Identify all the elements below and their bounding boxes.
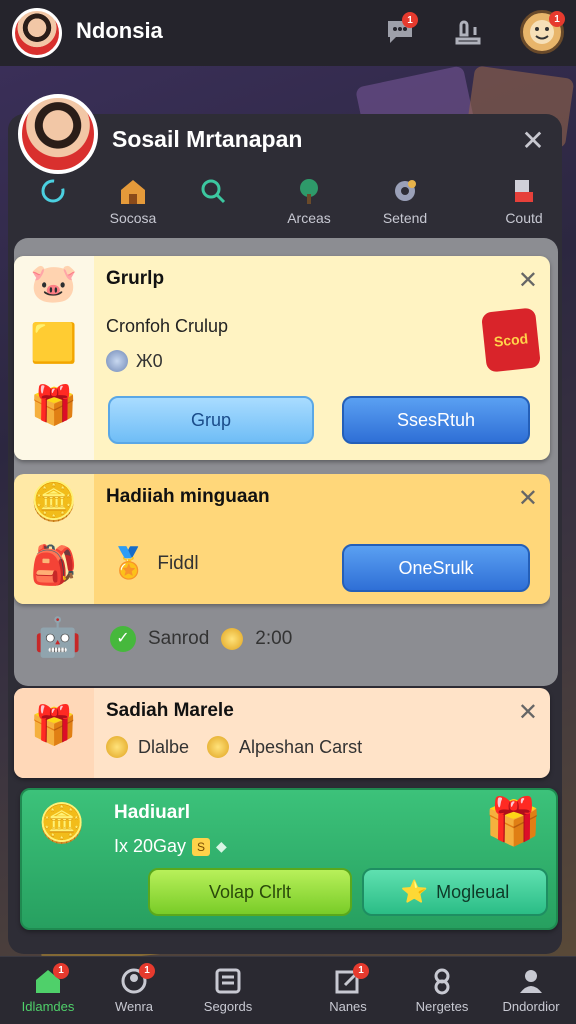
home-icon: 1 — [31, 963, 69, 997]
status-time: 2:00 — [255, 628, 293, 649]
daily-card: 🪙 Hadiuarl Ix 20Gay S ◆ 🎁 Volap Clrlt ⭐ … — [20, 788, 558, 930]
tab-coutd[interactable]: Coutd — [484, 170, 564, 236]
app-title: Ndonsia — [76, 18, 163, 43]
list-icon — [211, 967, 245, 997]
status-row: ✓ Sanrod 2:00 — [110, 626, 292, 652]
sofa-icon[interactable] — [448, 12, 488, 52]
chat-icon[interactable]: 1 — [380, 12, 420, 52]
edit-icon: 1 — [331, 963, 369, 997]
close-icon[interactable]: ✕ — [518, 698, 538, 727]
profile-badge: 1 — [549, 11, 565, 27]
badge-icon — [425, 967, 459, 997]
blue-gift-icon: 🎒 — [30, 545, 78, 587]
house-icon — [115, 176, 151, 208]
group-subtitle: Cronfoh Crulup — [106, 316, 229, 336]
nav-item-user[interactable]: Dndordior — [486, 957, 576, 1024]
coin-mark: S — [192, 837, 211, 856]
tree-icon — [291, 176, 327, 208]
group-count-row: Ж0 — [106, 350, 163, 372]
claim-button[interactable]: OneSrulk — [342, 544, 530, 592]
reward-label: Fiddl — [157, 552, 199, 574]
user-avatar[interactable] — [12, 8, 62, 58]
coin-stack-icon: 🪙 — [30, 481, 78, 523]
daily-left-button[interactable]: Volap Clrlt — [148, 868, 352, 916]
coin-stack-icon: 🪙 — [38, 803, 86, 845]
chat-badge: 1 — [402, 12, 418, 28]
gift-coin-icon: 🎁 — [484, 795, 542, 847]
group-card: 🐷 🟨 🎁 Grurlp ✕ Cronfoh Crulup Ж0 Scod Gr… — [14, 256, 550, 460]
tab-refresh[interactable] — [8, 170, 98, 236]
status-label: Sanrod — [148, 628, 210, 649]
gold-bar-icon: 🟨 — [30, 323, 78, 365]
mascot-icon: 🐷 — [30, 263, 78, 305]
reward-row: 🏅 Fiddl — [110, 546, 199, 581]
gift-icon: 🎁 — [30, 705, 78, 747]
nav-item-home[interactable]: 1 Idlamdes — [0, 957, 96, 1024]
special-item-1: Dlalbe — [138, 736, 190, 757]
daily-text: Ix 20Gay — [114, 836, 187, 856]
nav-item-people[interactable]: 1 Wenra — [86, 957, 182, 1024]
weekly-card-top: 🪙 🎒 Hadiiah minguaan ✕ 🏅 Fiddl OneSrulk — [14, 474, 550, 604]
card-title: Grurlp — [106, 268, 165, 289]
user-icon — [514, 967, 548, 997]
people-icon: 1 — [117, 963, 155, 997]
gear-icon — [387, 176, 423, 208]
daily-right-button[interactable]: ⭐ Mogleual — [362, 868, 548, 916]
weekly-card: 🪙 🎒 Hadiiah minguaan ✕ 🏅 Fiddl OneSrulk … — [14, 474, 550, 678]
card-title: Hadiiah minguaan — [106, 486, 270, 507]
panel-avatar — [18, 94, 98, 174]
gold-coin-icon — [207, 736, 230, 758]
close-icon[interactable]: ✕ — [518, 266, 538, 295]
nav-item-badge[interactable]: Nergetes — [394, 957, 490, 1024]
card-title: Hadiuarl — [114, 802, 191, 823]
search-button[interactable]: SsesRtuh — [342, 396, 530, 444]
close-button[interactable]: ✕ — [516, 124, 550, 158]
panel-tabs: Socosa Arceas Setend Coutd — [8, 170, 564, 282]
silver-coin-icon — [106, 350, 128, 372]
profile-face-icon[interactable]: 1 — [520, 10, 565, 54]
gold-coin-icon — [106, 736, 128, 758]
nav-item-list[interactable]: Segords — [180, 957, 276, 1024]
check-icon: ✓ — [110, 626, 136, 652]
star-icon: ⭐ — [400, 879, 429, 904]
gift-icon: 🎁 — [30, 385, 78, 427]
flag-icon — [506, 176, 542, 208]
special-items: Dlalbe Alpeshan Carst — [106, 736, 362, 758]
nav-item-edit[interactable]: 1 Nanes — [300, 957, 396, 1024]
tab-arceas[interactable]: Arceas — [264, 170, 354, 236]
tab-setend[interactable]: Setend — [360, 170, 450, 236]
robot-icon: 🤖 — [34, 617, 82, 659]
tab-socosa[interactable]: Socosa — [88, 170, 178, 236]
prize-box-icon: Scod — [481, 307, 541, 373]
panel-title: Sosail Mrtanapan — [112, 126, 303, 152]
daily-text-row: Ix 20Gay S ◆ — [114, 836, 227, 857]
top-bar: Ndonsia 1 1 — [0, 0, 576, 66]
medal-icon: 🏅 — [110, 547, 148, 580]
special-card: 🎁 Sadiah Marele ✕ Dlalbe Alpeshan Carst — [14, 688, 550, 778]
gem-icon: ◆ — [216, 838, 227, 854]
tab-search[interactable] — [168, 170, 258, 236]
refresh-icon — [35, 176, 71, 208]
search-icon — [195, 176, 231, 208]
gold-coin-icon — [221, 628, 244, 650]
special-item-2: Alpeshan Carst — [239, 736, 363, 757]
bottom-navigation: 1 Idlamdes 1 Wenra Segords 1 Nanes Nerge… — [0, 956, 576, 1024]
group-button[interactable]: Grup — [108, 396, 314, 444]
card-title: Sadiah Marele — [106, 700, 234, 721]
group-count: Ж0 — [136, 350, 163, 371]
close-icon[interactable]: ✕ — [518, 484, 538, 513]
